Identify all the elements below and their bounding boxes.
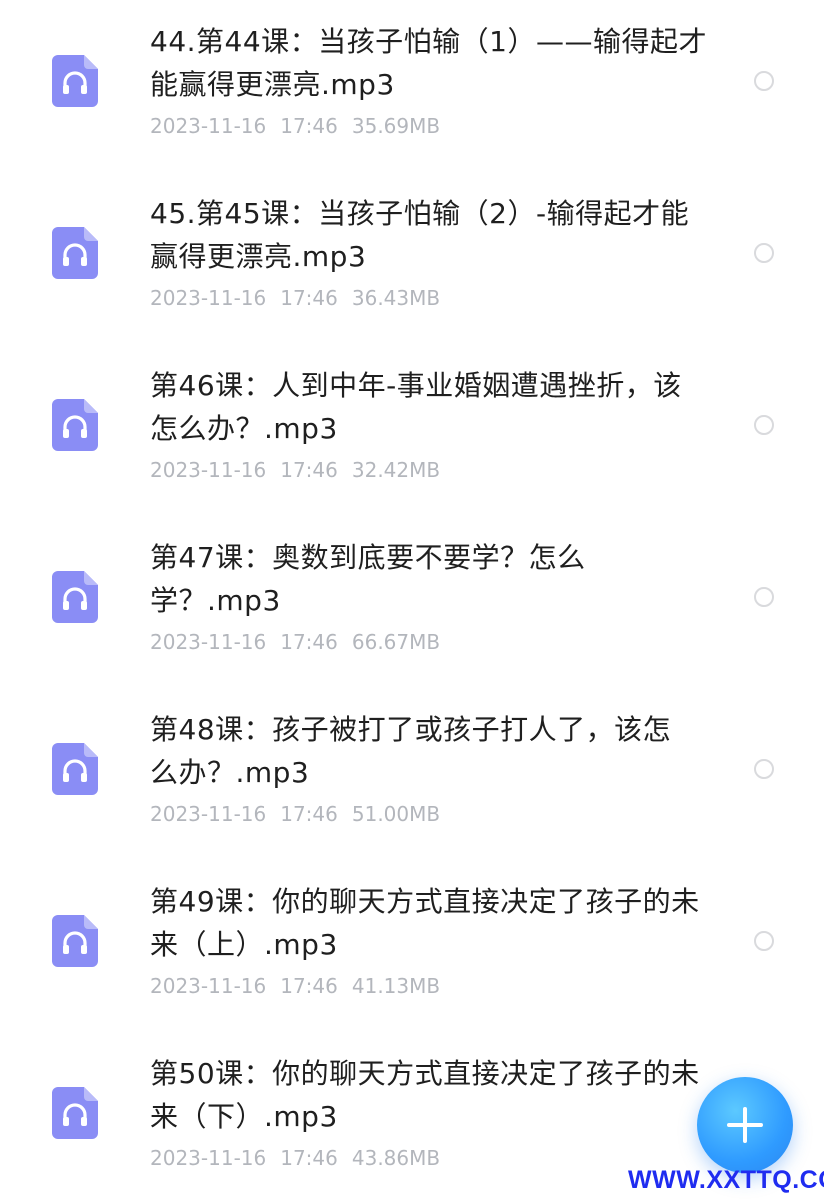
file-size: 35.69MB (351, 114, 441, 138)
file-name: 第47课：奥数到底要不要学？怎么学？.mp3 (150, 541, 586, 617)
file-name: 第48课：孩子被打了或孩子打人了，该怎么办？.mp3 (150, 713, 672, 789)
file-name: 第46课：人到中年-事业婚姻遭遇挫折，该怎么办？.mp3 (150, 369, 682, 445)
file-meta: 2023-11-16 17:46 41.13MB (150, 973, 454, 999)
file-size: 32.42MB (351, 458, 441, 482)
file-list: 44.第44课：当孩子怕输（1）——输得起才能赢得更漂亮.mp3 2023-11… (0, 0, 824, 1200)
audio-file-icon (52, 399, 98, 451)
file-time: 17:46 (280, 630, 338, 654)
file-name: 第50课：你的聊天方式直接决定了孩子的未来（下）.mp3 (150, 1057, 700, 1133)
audio-file-icon (52, 743, 98, 795)
file-size: 41.13MB (351, 974, 441, 998)
file-date: 2023-11-16 (150, 802, 267, 826)
file-size: 66.67MB (351, 630, 441, 654)
file-row[interactable]: 第46课：人到中年-事业婚姻遭遇挫折，该怎么办？.mp3 2023-11-16 1… (0, 344, 824, 516)
audio-file-icon (52, 55, 98, 107)
file-meta: 2023-11-16 17:46 51.00MB (150, 801, 454, 827)
file-date: 2023-11-16 (150, 286, 267, 310)
file-meta: 2023-11-16 17:46 43.86MB (150, 1145, 454, 1171)
select-radio[interactable] (754, 243, 774, 263)
file-row[interactable]: 第49课：你的聊天方式直接决定了孩子的未来（上）.mp3 2023-11-16 1… (0, 860, 824, 1032)
audio-file-icon (52, 915, 98, 967)
file-meta: 2023-11-16 17:46 32.42MB (150, 457, 454, 483)
select-radio[interactable] (754, 415, 774, 435)
file-time: 17:46 (280, 286, 338, 310)
file-size: 51.00MB (351, 802, 441, 826)
select-radio[interactable] (754, 71, 774, 91)
file-time: 17:46 (280, 114, 338, 138)
watermark: WWW.XXTTQ.COM (628, 1166, 824, 1194)
select-radio[interactable] (754, 759, 774, 779)
plus-icon-stroke (743, 1107, 747, 1143)
file-time: 17:46 (280, 802, 338, 826)
audio-file-icon (52, 227, 98, 279)
file-name: 44.第44课：当孩子怕输（1）——输得起才能赢得更漂亮.mp3 (150, 25, 707, 101)
file-date: 2023-11-16 (150, 1146, 267, 1170)
file-row[interactable]: 第48课：孩子被打了或孩子打人了，该怎么办？.mp3 2023-11-16 17:… (0, 688, 824, 860)
file-date: 2023-11-16 (150, 114, 267, 138)
file-meta: 2023-11-16 17:46 35.69MB (150, 113, 454, 139)
file-time: 17:46 (280, 974, 338, 998)
file-row[interactable]: 44.第44课：当孩子怕输（1）——输得起才能赢得更漂亮.mp3 2023-11… (0, 0, 824, 172)
file-meta: 2023-11-16 17:46 36.43MB (150, 285, 454, 311)
file-date: 2023-11-16 (150, 630, 267, 654)
select-radio[interactable] (754, 931, 774, 951)
file-size: 43.86MB (351, 1146, 441, 1170)
file-name: 第49课：你的聊天方式直接决定了孩子的未来（上）.mp3 (150, 885, 700, 961)
file-date: 2023-11-16 (150, 458, 267, 482)
audio-file-icon (52, 1087, 98, 1139)
file-row[interactable]: 第47课：奥数到底要不要学？怎么学？.mp3 2023-11-16 17:46 66… (0, 516, 824, 688)
add-button[interactable] (697, 1077, 793, 1173)
file-date: 2023-11-16 (150, 974, 267, 998)
file-name: 45.第45课：当孩子怕输（2）-输得起才能赢得更漂亮.mp3 (150, 197, 690, 273)
select-radio[interactable] (754, 587, 774, 607)
file-time: 17:46 (280, 458, 338, 482)
file-meta: 2023-11-16 17:46 66.67MB (150, 629, 454, 655)
file-time: 17:46 (280, 1146, 338, 1170)
file-row[interactable]: 45.第45课：当孩子怕输（2）-输得起才能赢得更漂亮.mp3 2023-11-… (0, 172, 824, 344)
file-size: 36.43MB (351, 286, 441, 310)
audio-file-icon (52, 571, 98, 623)
